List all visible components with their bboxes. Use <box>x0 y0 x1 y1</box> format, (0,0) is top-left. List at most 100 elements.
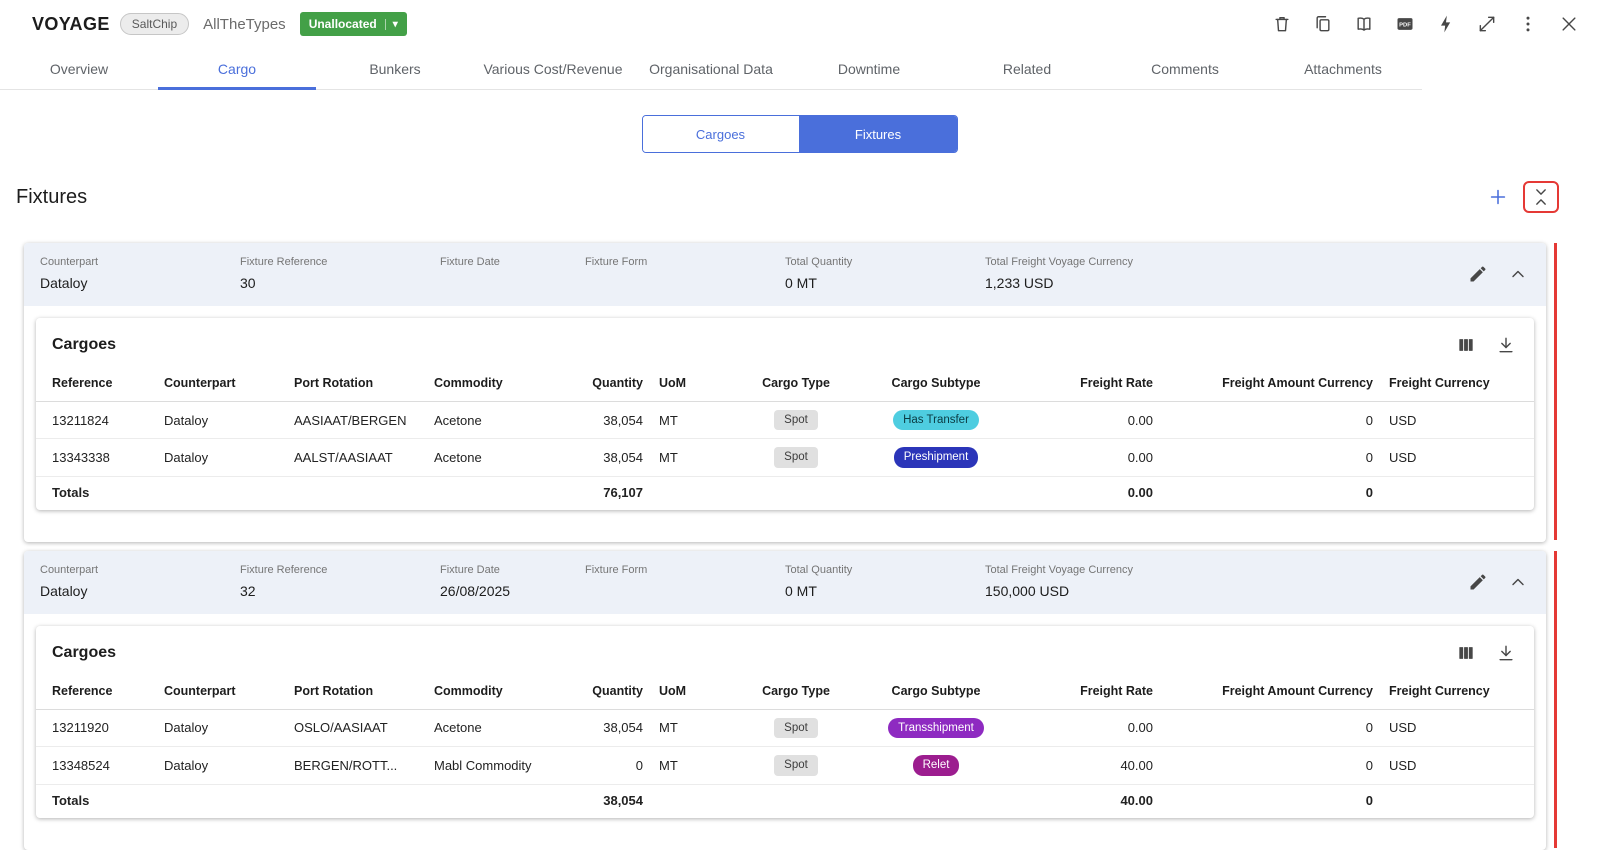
cargoes-table-2: Reference Counterpart Port Rotation Comm… <box>36 673 1534 816</box>
tab-comments[interactable]: Comments <box>1106 48 1264 89</box>
flash-icon <box>1436 14 1456 34</box>
fixture-card-2: Counterpart Dataloy Fixture Reference 32… <box>24 551 1546 850</box>
field-fixture-form: Fixture Form <box>585 256 785 292</box>
annotation-line <box>1554 551 1557 848</box>
cargo-subtype-chip: Preshipment <box>894 447 979 467</box>
unfold-less-icon <box>1531 187 1551 207</box>
columns-button[interactable] <box>1454 333 1478 357</box>
toggle-cargoes[interactable]: Cargoes <box>643 116 800 152</box>
section-title: Fixtures <box>16 186 87 209</box>
field-fixture-form: Fixture Form <box>585 564 785 600</box>
field-fixture-reference: Fixture Reference 30 <box>240 256 440 292</box>
totals-row: Totals 38,054 40.00 0 <box>36 784 1534 816</box>
cargo-subtype-chip: Transshipment <box>888 718 984 738</box>
pencil-icon <box>1468 264 1488 284</box>
cargoes-panel-1: Cargoes <box>36 318 1534 510</box>
cargo-subtype-chip: Has Transfer <box>893 410 979 430</box>
fixtures-section-header: Fixtures <box>0 153 1599 213</box>
pencil-icon <box>1468 572 1488 592</box>
cargoes-panel-2: Cargoes <box>36 626 1534 818</box>
copy-icon <box>1313 14 1333 34</box>
tab-related[interactable]: Related <box>948 48 1106 89</box>
field-counterpart: Counterpart Dataloy <box>40 256 240 292</box>
download-icon <box>1496 643 1516 663</box>
close-button[interactable] <box>1557 12 1581 36</box>
view-toggle-wrap: Cargoes Fixtures <box>0 115 1599 153</box>
trash-icon <box>1272 14 1292 34</box>
status-dropdown-button[interactable]: Unallocated ▾ <box>300 12 407 36</box>
cargo-type-chip: Spot <box>774 447 818 467</box>
copy-button[interactable] <box>1311 12 1335 36</box>
columns-button[interactable] <box>1454 641 1478 665</box>
annotation-highlight-box <box>1523 181 1559 213</box>
fixture-card-wrap-1: Counterpart Dataloy Fixture Reference 30… <box>24 243 1546 542</box>
salt-chip-badge: SaltChip <box>120 13 189 35</box>
table-header-row: Reference Counterpart Port Rotation Comm… <box>36 673 1534 710</box>
tab-bunkers[interactable]: Bunkers <box>316 48 474 89</box>
tab-overview[interactable]: Overview <box>0 48 158 89</box>
status-label: Unallocated <box>309 17 377 31</box>
view-toggle: Cargoes Fixtures <box>642 115 958 153</box>
table-header-row: Reference Counterpart Port Rotation Comm… <box>36 365 1534 402</box>
tab-cargo[interactable]: Cargo <box>158 48 316 89</box>
field-counterpart: Counterpart Dataloy <box>40 564 240 600</box>
download-button[interactable] <box>1494 333 1518 357</box>
tab-organisational-data[interactable]: Organisational Data <box>632 48 790 89</box>
chevron-up-icon <box>1508 264 1528 284</box>
tab-various-cost-revenue[interactable]: Various Cost/Revenue <box>474 48 632 89</box>
chevron-up-icon <box>1508 572 1528 592</box>
cargo-type-chip: Spot <box>774 718 818 738</box>
collapse-all-button[interactable] <box>1529 185 1553 209</box>
download-button[interactable] <box>1494 641 1518 665</box>
totals-row: Totals 76,107 0.00 0 <box>36 476 1534 508</box>
expand-icon <box>1477 14 1497 34</box>
toggle-fixtures[interactable]: Fixtures <box>800 116 957 152</box>
view-columns-icon <box>1456 643 1476 663</box>
tab-attachments[interactable]: Attachments <box>1264 48 1422 89</box>
field-fixture-reference: Fixture Reference 32 <box>240 564 440 600</box>
field-total-freight: Total Freight Voyage Currency 1,233 USD <box>985 256 1285 292</box>
page-title: VOYAGE <box>32 14 110 35</box>
field-total-quantity: Total Quantity 0 MT <box>785 564 985 600</box>
expand-button[interactable] <box>1475 12 1499 36</box>
window-toolbar: PDF <box>1270 12 1581 36</box>
collapse-fixture-button[interactable] <box>1506 570 1530 594</box>
window-header: VOYAGE SaltChip AllTheTypes Unallocated … <box>0 0 1599 48</box>
edit-fixture-button[interactable] <box>1466 262 1490 286</box>
field-total-quantity: Total Quantity 0 MT <box>785 256 985 292</box>
download-icon <box>1496 335 1516 355</box>
collapse-fixture-button[interactable] <box>1506 262 1530 286</box>
chevron-down-icon: ▾ <box>385 19 398 30</box>
flash-button[interactable] <box>1434 12 1458 36</box>
field-fixture-date: Fixture Date <box>440 256 585 292</box>
tab-downtime[interactable]: Downtime <box>790 48 948 89</box>
fixture-card-wrap-2: Counterpart Dataloy Fixture Reference 32… <box>24 551 1546 850</box>
book-icon <box>1354 14 1374 34</box>
more-vert-icon <box>1518 14 1538 34</box>
cargo-type-chip: Spot <box>774 410 818 430</box>
delete-button[interactable] <box>1270 12 1294 36</box>
edit-fixture-button[interactable] <box>1466 570 1490 594</box>
cargo-type-chip: Spot <box>774 755 818 775</box>
book-button[interactable] <box>1352 12 1376 36</box>
cargoes-table-1: Reference Counterpart Port Rotation Comm… <box>36 365 1534 508</box>
cargo-subtype-chip: Relet <box>913 755 960 775</box>
pdf-button[interactable]: PDF <box>1393 12 1417 36</box>
field-total-freight: Total Freight Voyage Currency 150,000 US… <box>985 564 1285 600</box>
fixture-2-header: Counterpart Dataloy Fixture Reference 32… <box>24 551 1546 614</box>
cargoes-title: Cargoes <box>52 336 116 354</box>
table-row[interactable]: 13348524 Dataloy BERGEN/ROTT... Mabl Com… <box>36 747 1534 784</box>
more-button[interactable] <box>1516 12 1540 36</box>
table-row[interactable]: 13343338 Dataloy AALST/AASIAAT Acetone 3… <box>36 439 1534 476</box>
plus-icon <box>1487 186 1509 208</box>
field-fixture-date: Fixture Date 26/08/2025 <box>440 564 585 600</box>
view-columns-icon <box>1456 335 1476 355</box>
tab-bar: Overview Cargo Bunkers Various Cost/Reve… <box>0 48 1422 90</box>
table-row[interactable]: 13211920 Dataloy OSLO/AASIAAT Acetone 38… <box>36 709 1534 746</box>
table-row[interactable]: 13211824 Dataloy AASIAAT/BERGEN Acetone … <box>36 402 1534 439</box>
add-fixture-button[interactable] <box>1485 184 1511 210</box>
annotation-line <box>1554 243 1557 540</box>
pdf-icon: PDF <box>1395 14 1415 34</box>
voyage-name: AllTheTypes <box>203 16 286 33</box>
cargoes-title: Cargoes <box>52 644 116 662</box>
